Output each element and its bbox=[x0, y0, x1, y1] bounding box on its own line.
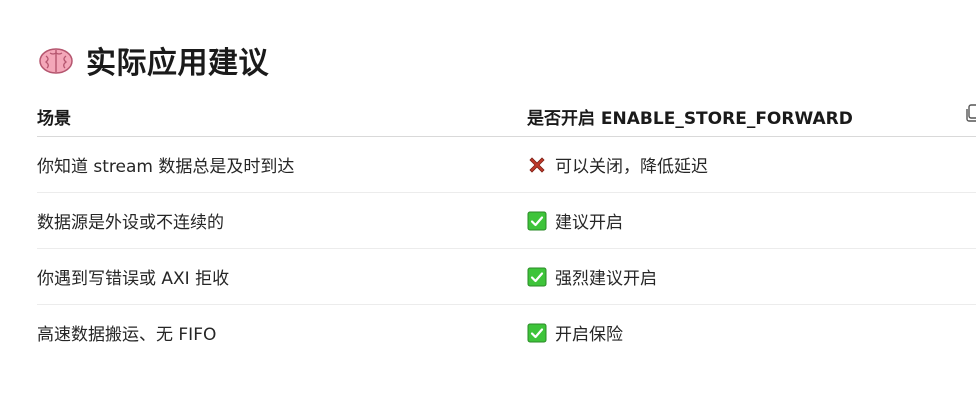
section-title: 实际应用建议 bbox=[86, 46, 269, 81]
table-row: 数据源是外设或不连续的 建议开启 bbox=[37, 192, 976, 249]
table-row: 你遇到写错误或 AXI 拒收 强烈建议开启 bbox=[37, 248, 976, 305]
section-heading: 实际应用建议 bbox=[38, 38, 269, 82]
check-mark-icon bbox=[527, 323, 547, 342]
advice-cell: 强烈建议开启 bbox=[527, 248, 976, 305]
table-row: 高速数据搬运、无 FIFO 开启保险 bbox=[37, 305, 976, 361]
table-header-row: 场景 是否开启 ENABLE_STORE_FORWARD bbox=[37, 96, 976, 137]
advice-text: 建议开启 bbox=[555, 213, 623, 233]
header-enable: 是否开启 ENABLE_STORE_FORWARD bbox=[527, 96, 976, 137]
check-mark-icon bbox=[527, 211, 547, 230]
advice-cell: 开启保险 bbox=[527, 305, 976, 361]
advice-cell: 建议开启 bbox=[527, 192, 976, 249]
header-scene: 场景 bbox=[37, 96, 527, 137]
scene-cell: 高速数据搬运、无 FIFO bbox=[37, 325, 217, 345]
check-mark-icon bbox=[527, 267, 547, 286]
cross-mark-icon bbox=[529, 156, 545, 173]
advice-text: 可以关闭，降低延迟 bbox=[555, 157, 708, 177]
advice-text: 开启保险 bbox=[555, 325, 623, 345]
advice-table: 场景 是否开启 ENABLE_STORE_FORWARD 你知道 stream … bbox=[37, 96, 976, 360]
brain-icon bbox=[39, 48, 73, 74]
scene-cell: 你遇到写错误或 AXI 拒收 bbox=[37, 248, 527, 305]
table-row: 你知道 stream 数据总是及时到达 可以关闭，降低延迟 bbox=[37, 136, 976, 193]
advice-cell: 可以关闭，降低延迟 bbox=[527, 136, 976, 193]
scene-cell: 数据源是外设或不连续的 bbox=[37, 192, 527, 249]
advice-text: 强烈建议开启 bbox=[555, 269, 657, 289]
scene-cell: 你知道 stream 数据总是及时到达 bbox=[37, 136, 527, 193]
